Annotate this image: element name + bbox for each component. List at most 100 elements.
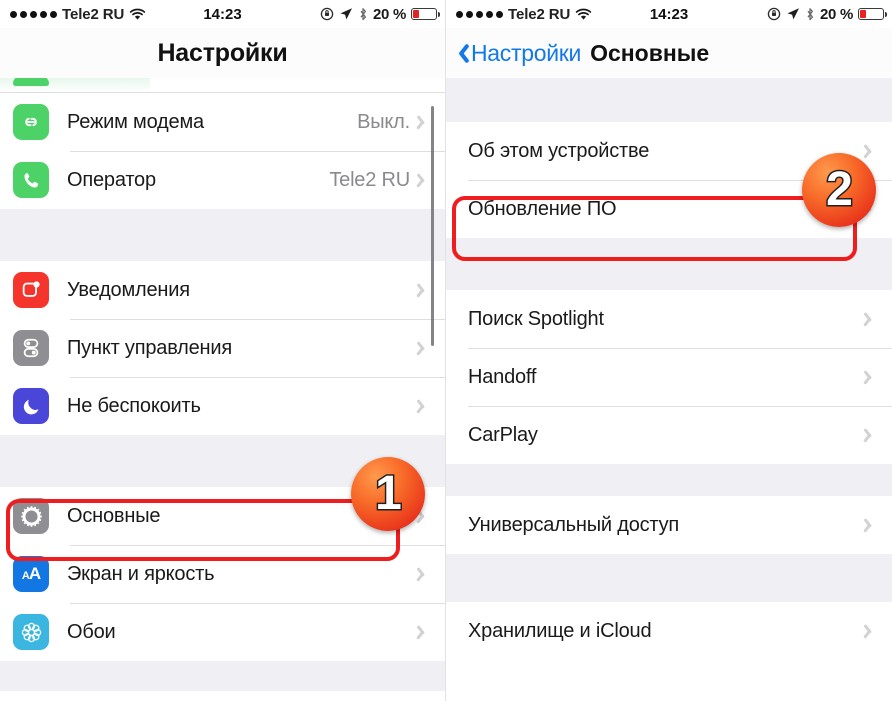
- signal-strength-dots: [10, 10, 57, 18]
- wifi-icon: [575, 8, 592, 21]
- battery-icon: [411, 8, 440, 20]
- sidebar-item-display-brightness[interactable]: AA Экран и яркость: [0, 545, 445, 603]
- chevron-right-icon: [867, 623, 876, 639]
- chevron-right-icon: [867, 369, 876, 385]
- status-bar-left-cluster: Tele2 RU: [456, 6, 592, 23]
- sidebar-item-control-center[interactable]: Пункт управления: [0, 319, 445, 377]
- status-bar-left: Tele2 RU 14:23 20 %: [0, 0, 445, 28]
- callout-number: 1: [374, 467, 404, 520]
- chevron-right-icon: [867, 427, 876, 443]
- row-label: CarPlay: [468, 423, 538, 446]
- section-gap: [446, 464, 892, 496]
- hotspot-icon: [13, 104, 49, 140]
- list-group-accessibility: Универсальный доступ: [446, 496, 892, 554]
- display-brightness-icon: AA: [13, 556, 49, 592]
- sidebar-item-notifications[interactable]: Уведомления: [0, 261, 445, 319]
- callout-step-2: 2: [802, 153, 876, 227]
- chevron-left-icon: [454, 42, 467, 64]
- list-group-features: Поиск Spotlight Handoff CarPlay: [446, 290, 892, 464]
- chevron-right-icon: [867, 143, 876, 159]
- battery-percentage: 20 %: [820, 5, 853, 23]
- list-group-notifications: Уведомления Пункт управления Не беспокои…: [0, 261, 445, 435]
- rotation-lock-icon: [320, 7, 334, 21]
- back-button[interactable]: Настройки: [446, 40, 581, 67]
- status-bar-right-cluster: 20 %: [767, 5, 887, 23]
- battery-icon: [858, 8, 887, 20]
- signal-strength-dots: [456, 10, 503, 18]
- row-label: Универсальный доступ: [468, 513, 680, 536]
- status-bar-right-cluster: 20 %: [320, 5, 440, 23]
- right-phone-screen: Tele2 RU 14:23 20 % Настройки Основные О…: [446, 0, 892, 701]
- section-gap: [0, 661, 445, 691]
- back-button-label: Настройки: [471, 39, 582, 66]
- row-value: Выкл.: [357, 110, 410, 133]
- list-group-storage: Хранилище и iCloud: [446, 602, 892, 660]
- row-label: Основные: [67, 504, 161, 527]
- location-arrow-icon: [339, 7, 353, 21]
- list-item-storage-icloud[interactable]: Хранилище и iCloud: [446, 602, 892, 660]
- battery-percentage: 20 %: [373, 5, 406, 23]
- row-label: Об этом устройстве: [468, 139, 650, 162]
- row-value: Tele2 RU: [329, 168, 410, 191]
- navigation-bar-left: Настройки: [0, 28, 445, 78]
- row-label: Хранилище и iCloud: [468, 619, 652, 642]
- row-label: Пункт управления: [67, 336, 232, 359]
- sidebar-item-wallpaper[interactable]: Обои: [0, 603, 445, 661]
- row-label: Поиск Spotlight: [468, 307, 604, 330]
- row-label: Уведомления: [67, 278, 190, 301]
- page-title: Основные: [590, 39, 710, 66]
- navigation-bar-right: Настройки Основные: [446, 28, 892, 78]
- phone-icon: [13, 162, 49, 198]
- chevron-right-icon: [420, 282, 429, 298]
- row-label: Экран и яркость: [67, 562, 215, 585]
- carrier-name: Tele2 RU: [508, 5, 571, 23]
- scrolled-partial-row: [0, 78, 445, 92]
- carrier-name: Tele2 RU: [62, 5, 125, 23]
- bluetooth-icon: [805, 7, 815, 22]
- row-label: Обновление ПО: [468, 197, 617, 220]
- chevron-right-icon: [420, 624, 429, 640]
- section-gap: [446, 238, 892, 290]
- chevron-right-icon: [420, 508, 429, 524]
- row-label: Обои: [67, 620, 116, 643]
- status-bar-left-cluster: Tele2 RU: [10, 6, 146, 23]
- location-arrow-icon: [786, 7, 800, 21]
- list-item-handoff[interactable]: Handoff: [446, 348, 892, 406]
- sidebar-item-hotspot[interactable]: Режим модема Выкл.: [0, 93, 445, 151]
- chevron-right-icon: [420, 114, 429, 130]
- sidebar-item-carrier[interactable]: Оператор Tele2 RU: [0, 151, 445, 209]
- row-label: Handoff: [468, 365, 537, 388]
- list-item-spotlight-search[interactable]: Поиск Spotlight: [446, 290, 892, 348]
- notifications-icon: [13, 272, 49, 308]
- wifi-icon: [129, 8, 146, 21]
- chevron-right-icon: [420, 340, 429, 356]
- section-gap: [446, 78, 892, 122]
- status-bar-right: Tele2 RU 14:23 20 %: [446, 0, 892, 28]
- bluetooth-icon: [358, 7, 368, 22]
- chevron-right-icon: [867, 311, 876, 327]
- settings-list-left[interactable]: Режим модема Выкл. Оператор Tele2 RU Уве…: [0, 78, 445, 691]
- control-center-icon: [13, 330, 49, 366]
- list-item-accessibility[interactable]: Универсальный доступ: [446, 496, 892, 554]
- callout-number: 2: [825, 163, 855, 216]
- row-label: Не беспокоить: [67, 394, 201, 417]
- sidebar-item-do-not-disturb[interactable]: Не беспокоить: [0, 377, 445, 435]
- list-item-carplay[interactable]: CarPlay: [446, 406, 892, 464]
- gear-icon: [13, 498, 49, 534]
- section-gap: [0, 209, 445, 261]
- row-label: Режим модема: [67, 110, 204, 133]
- dual-screenshot-container: Tele2 RU 14:23 20 % Настройки Режим моде…: [0, 0, 892, 701]
- wallpaper-icon: [13, 614, 49, 650]
- rotation-lock-icon: [767, 7, 781, 21]
- row-label: Оператор: [67, 168, 156, 191]
- left-phone-screen: Tele2 RU 14:23 20 % Настройки Режим моде…: [0, 0, 446, 701]
- chevron-right-icon: [420, 172, 429, 188]
- chevron-right-icon: [420, 398, 429, 414]
- chevron-right-icon: [420, 566, 429, 582]
- list-group-connectivity: Режим модема Выкл. Оператор Tele2 RU: [0, 93, 445, 209]
- chevron-right-icon: [867, 517, 876, 533]
- scrollbar[interactable]: [431, 106, 434, 346]
- do-not-disturb-moon-icon: [13, 388, 49, 424]
- callout-step-1: 1: [351, 457, 425, 531]
- page-title: Настройки: [157, 38, 288, 67]
